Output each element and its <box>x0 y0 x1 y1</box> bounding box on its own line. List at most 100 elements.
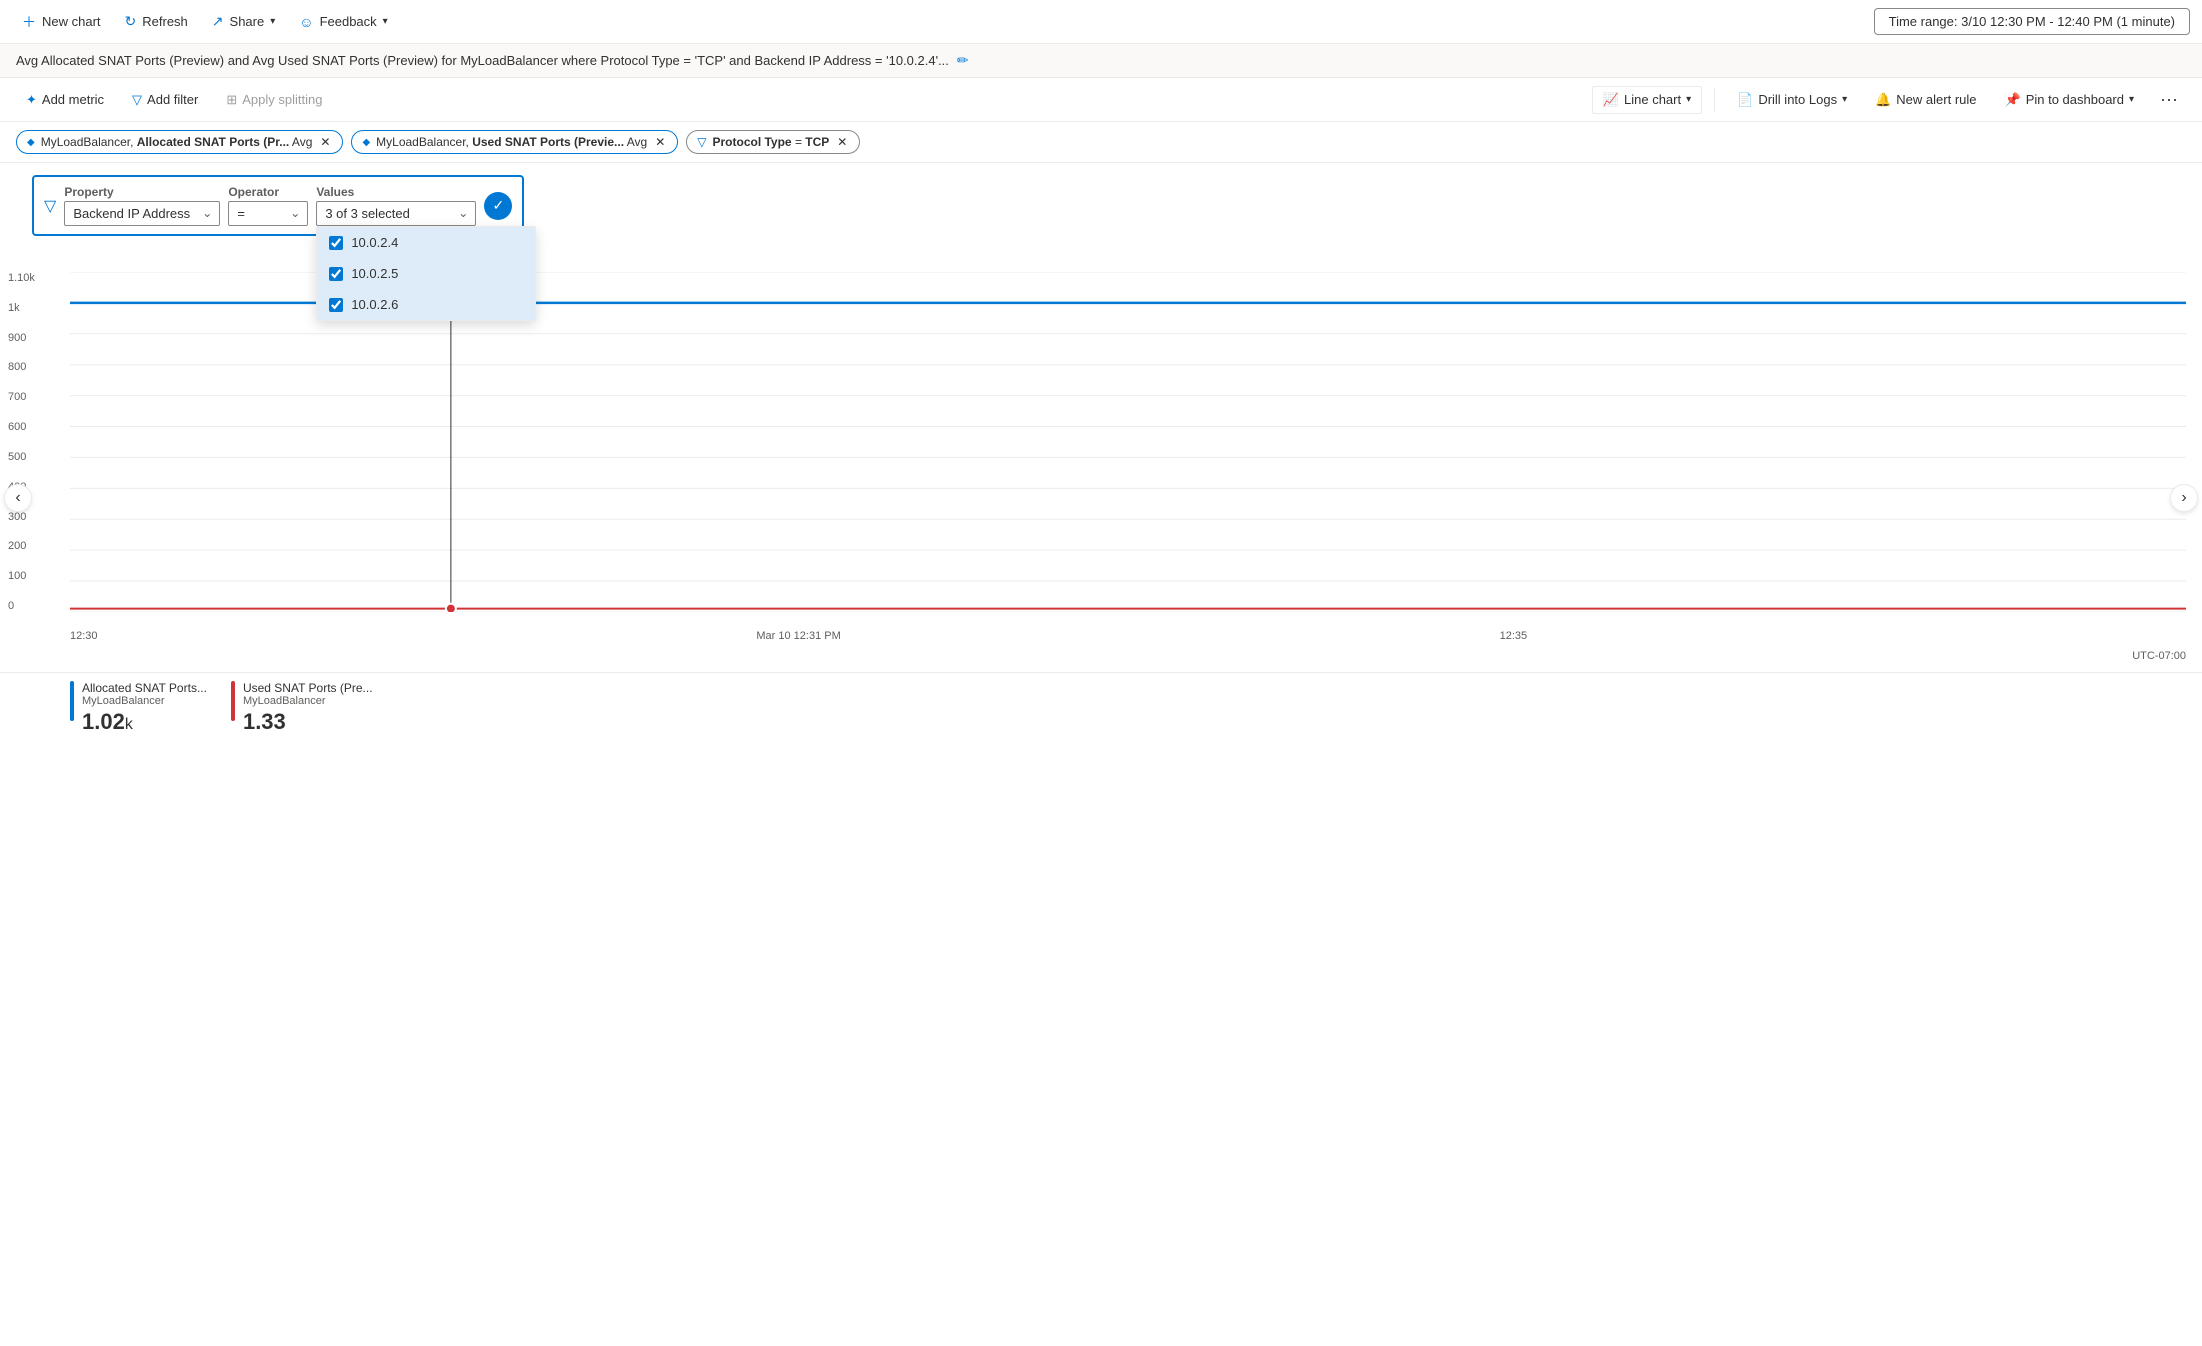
chart-type-button[interactable]: 📈 Line chart ▾ <box>1592 86 1702 114</box>
y-label-800: 800 <box>8 361 35 373</box>
pin-to-dashboard-button[interactable]: 📌 Pin to dashboard ▾ <box>1995 87 2145 113</box>
operator-select[interactable]: = <box>228 201 308 226</box>
chart-svg <box>70 272 2186 612</box>
y-label-700: 700 <box>8 391 35 403</box>
legend-color-bar-1 <box>70 681 74 721</box>
alert-icon: 🔔 <box>1875 92 1891 108</box>
filter-editor: ▽ Property Backend IP Address Operator =… <box>32 175 524 236</box>
values-label: Values <box>316 185 476 199</box>
share-icon: ↗ <box>212 13 224 30</box>
values-wrapper: Values 3 of 3 selected 10.0.2.4 10.0.2.5 <box>316 185 476 226</box>
y-label-600: 600 <box>8 421 35 433</box>
values-popup: 10.0.2.4 10.0.2.5 10.0.2.6 <box>316 226 536 321</box>
legend-sub-1: MyLoadBalancer <box>82 695 207 707</box>
filter-icon: ▽ <box>697 135 706 149</box>
y-label-900: 900 <box>8 332 35 344</box>
remove-metric-1-button[interactable]: ✕ <box>318 136 332 148</box>
x-label-1235: 12:35 <box>1500 630 1528 642</box>
y-label-0: 0 <box>8 600 35 612</box>
value-checkbox-1[interactable] <box>329 236 343 250</box>
add-filter-icon: ▽ <box>132 92 142 108</box>
drill-chevron-icon: ▾ <box>1842 94 1847 105</box>
add-metric-icon: ✦ <box>26 92 37 108</box>
more-options-button[interactable]: ··· <box>2152 84 2186 115</box>
chart-legend: Allocated SNAT Ports... MyLoadBalancer 1… <box>0 672 2202 743</box>
y-label-200: 200 <box>8 540 35 552</box>
apply-splitting-button[interactable]: ⊞ Apply splitting <box>216 87 332 113</box>
legend-value-1: 1.02k <box>82 709 207 735</box>
value-label-1: 10.0.2.4 <box>351 235 398 250</box>
metric-chip-1: ◆ MyLoadBalancer, Allocated SNAT Ports (… <box>16 130 343 154</box>
property-select[interactable]: Backend IP Address <box>64 201 220 226</box>
value-checkbox-2[interactable] <box>329 267 343 281</box>
y-label-300: 300 <box>8 511 35 523</box>
values-dropdown-wrapper: 3 of 3 selected 10.0.2.4 10.0.2.5 10.0.2… <box>316 201 476 226</box>
y-axis-labels: 1.10k 1k 900 800 700 600 500 400 300 200… <box>8 272 35 612</box>
chart-container: 1.10k 1k 900 800 700 600 500 400 300 200… <box>0 252 2202 743</box>
chart-type-chevron-icon: ▾ <box>1686 94 1691 105</box>
confirm-filter-button[interactable]: ✓ <box>484 192 512 220</box>
remove-metric-2-button[interactable]: ✕ <box>653 136 667 148</box>
y-label-100: 100 <box>8 570 35 582</box>
remove-protocol-filter-button[interactable]: ✕ <box>835 136 849 148</box>
drill-logs-icon: 📄 <box>1737 92 1753 108</box>
chart-nav-left-button[interactable]: ‹ <box>4 484 32 512</box>
feedback-icon: ☺ <box>299 14 313 30</box>
operator-wrapper: Operator = <box>228 185 308 226</box>
filter-bar: ◆ MyLoadBalancer, Allocated SNAT Ports (… <box>0 122 2202 163</box>
pin-icon: 📌 <box>2005 92 2021 108</box>
legend-sub-2: MyLoadBalancer <box>243 695 373 707</box>
time-range-button[interactable]: Time range: 3/10 12:30 PM - 12:40 PM (1 … <box>1874 8 2190 35</box>
legend-item-2: Used SNAT Ports (Pre... MyLoadBalancer 1… <box>231 681 373 735</box>
value-item-2[interactable]: 10.0.2.5 <box>317 258 535 289</box>
add-metric-button[interactable]: ✦ Add metric <box>16 87 114 113</box>
page-title: Avg Allocated SNAT Ports (Preview) and A… <box>16 53 949 68</box>
protocol-filter-tag: ▽ Protocol Type = TCP ✕ <box>686 130 860 154</box>
new-alert-rule-button[interactable]: 🔔 New alert rule <box>1865 87 1986 113</box>
x-axis-labels: 12:30 Mar 10 12:31 PM 12:35 <box>70 630 2186 642</box>
value-item-3[interactable]: 10.0.2.6 <box>317 289 535 320</box>
x-label-1230: 12:30 <box>70 630 98 642</box>
y-label-1100: 1.10k <box>8 272 35 284</box>
diamond-icon-1: ◆ <box>27 137 35 148</box>
edit-icon[interactable]: ✏ <box>957 52 969 69</box>
property-wrapper: Property Backend IP Address <box>64 185 220 226</box>
new-chart-button[interactable]: ＋ New chart <box>12 6 111 38</box>
value-label-2: 10.0.2.5 <box>351 266 398 281</box>
metric-chip-2: ◆ MyLoadBalancer, Used SNAT Ports (Previ… <box>351 130 678 154</box>
property-label: Property <box>64 185 220 199</box>
line-chart-icon: 📈 <box>1603 92 1619 108</box>
plus-icon: ＋ <box>22 12 36 32</box>
chart-nav-right-button[interactable]: › <box>2170 484 2198 512</box>
legend-name-2: Used SNAT Ports (Pre... <box>243 681 373 695</box>
title-bar: Avg Allocated SNAT Ports (Preview) and A… <box>0 44 2202 78</box>
diamond-icon-2: ◆ <box>362 137 370 148</box>
splitting-icon: ⊞ <box>226 92 237 108</box>
filter-editor-icon: ▽ <box>44 196 56 216</box>
feedback-chevron-icon: ▾ <box>383 16 388 27</box>
share-chevron-icon: ▾ <box>270 16 275 27</box>
add-filter-button[interactable]: ▽ Add filter <box>122 87 208 113</box>
y-label-1k: 1k <box>8 302 35 314</box>
legend-item-1: Allocated SNAT Ports... MyLoadBalancer 1… <box>70 681 207 735</box>
values-select-button[interactable]: 3 of 3 selected <box>316 201 476 226</box>
secondary-toolbar: ✦ Add metric ▽ Add filter ⊞ Apply splitt… <box>0 78 2202 122</box>
top-toolbar: ＋ New chart ↻ Refresh ↗ Share ▾ ☺ Feedba… <box>0 0 2202 44</box>
legend-color-bar-2 <box>231 681 235 721</box>
refresh-button[interactable]: ↻ Refresh <box>115 7 198 36</box>
refresh-icon: ↻ <box>125 13 137 30</box>
feedback-button[interactable]: ☺ Feedback ▾ <box>289 8 397 36</box>
legend-value-2: 1.33 <box>243 709 373 735</box>
y-label-500: 500 <box>8 451 35 463</box>
drill-into-logs-button[interactable]: 📄 Drill into Logs ▾ <box>1727 87 1857 113</box>
share-button[interactable]: ↗ Share ▾ <box>202 7 285 36</box>
value-checkbox-3[interactable] <box>329 298 343 312</box>
utc-label: UTC-07:00 <box>2132 650 2186 662</box>
value-label-3: 10.0.2.6 <box>351 297 398 312</box>
x-label-1231: Mar 10 12:31 PM <box>756 630 840 642</box>
legend-info-2: Used SNAT Ports (Pre... MyLoadBalancer 1… <box>243 681 373 735</box>
operator-label: Operator <box>228 185 308 199</box>
legend-info-1: Allocated SNAT Ports... MyLoadBalancer 1… <box>82 681 207 735</box>
value-item-1[interactable]: 10.0.2.4 <box>317 227 535 258</box>
pin-chevron-icon: ▾ <box>2129 94 2134 105</box>
